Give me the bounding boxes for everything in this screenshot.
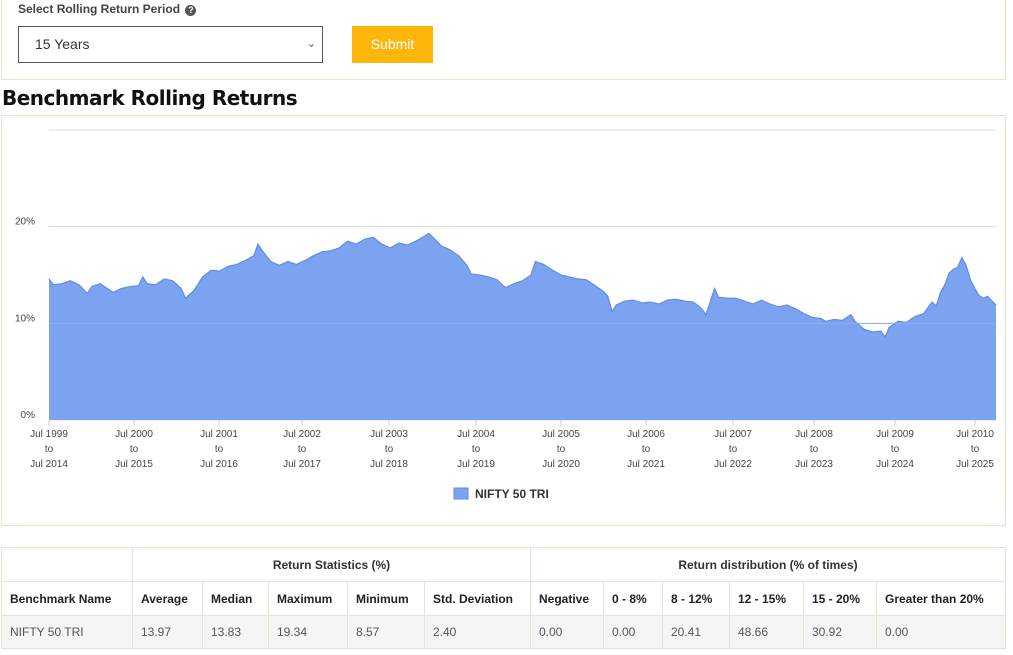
table-cell: 13.83 [202,615,269,649]
col-header: Negative [530,581,604,616]
x-tick-label: to [298,444,307,455]
table-cell: 48.66 [729,615,804,649]
group-header-empty [1,547,133,582]
x-tick-label: to [891,444,900,455]
col-header: 12 - 15% [729,581,804,616]
x-tick-label: to [472,444,481,455]
table-cell: NIFTY 50 TRI [1,615,133,649]
table-cell: 8.57 [347,615,425,649]
x-tick-label: to [557,444,566,455]
table-cell: 0.00 [530,615,604,649]
x-tick-label: Jul 2025 [956,459,994,470]
table-cell: 0.00 [603,615,663,649]
x-tick-label: Jul 2020 [542,459,580,470]
table-cell: 20.41 [662,615,730,649]
x-tick-label: to [810,444,819,455]
rolling-period-form: Select Rolling Return Period ? 15 Years … [1,0,1006,80]
col-header: Std. Deviation [424,581,531,616]
col-header: Greater than 20% [876,581,1006,616]
group-header-distribution: Return distribution (% of times) [530,547,1006,582]
x-tick-label: to [971,444,980,455]
chart-svg: 0% 10% 20% Jul 1999 to Jul 2014 Jul 2000 to Jul … [15,129,997,501]
x-tick-label: Jul 2022 [714,459,752,470]
col-header: 15 - 20% [803,581,877,616]
submit-button[interactable]: Submit [352,26,433,63]
return-stats-table: Return Statistics (%) Return distributio… [1,547,1006,649]
series-area [49,233,996,420]
x-tick-label: to [215,444,224,455]
x-tick-label: Jul 2008 [795,429,833,440]
x-tick-label: Jul 2009 [876,429,914,440]
x-tick-label: to [130,444,139,455]
x-tick-label: Jul 1999 [30,429,68,440]
x-tick-label: Jul 2004 [457,429,495,440]
x-tick-label: Jul 2007 [714,429,752,440]
legend-label: NIFTY 50 TRI [475,487,549,501]
section-title: Benchmark Rolling Returns [2,86,298,110]
col-header: Benchmark Name [1,581,133,616]
x-tick-label: Jul 2016 [200,459,238,470]
x-tick-label: to [385,444,394,455]
table-cell: 30.92 [803,615,877,649]
x-tick-label: Jul 2010 [956,429,994,440]
chevron-down-icon: ⌄ [306,38,316,50]
col-header: 0 - 8% [603,581,663,616]
col-header: Median [202,581,269,616]
period-label-text: Select Rolling Return Period [18,2,181,16]
x-tick-label: Jul 2023 [795,459,833,470]
period-select[interactable]: 15 Years ⌄ [18,26,323,63]
period-select-value: 15 Years [35,36,90,52]
group-header-statistics: Return Statistics (%) [132,547,531,582]
y-tick-label: 20% [15,217,35,228]
x-tick-label: Jul 2021 [627,459,665,470]
rolling-returns-chart: 0% 10% 20% Jul 1999 to Jul 2014 Jul 2000 to Jul … [1,115,1006,526]
x-tick-label: Jul 2001 [200,429,238,440]
x-tick-label: Jul 2014 [30,459,68,470]
col-header: Minimum [347,581,425,616]
table-cell: 13.97 [132,615,203,649]
table-header-row: Benchmark Name Average Median Maximum Mi… [1,581,1006,616]
table-group-header-row: Return Statistics (%) Return distributio… [1,547,1006,582]
x-tick-label: to [642,444,651,455]
col-header: 8 - 12% [662,581,730,616]
x-tick-label: Jul 2002 [283,429,321,440]
legend-swatch [453,487,469,500]
x-tick-label: Jul 2005 [542,429,580,440]
x-tick-label: Jul 2019 [457,459,495,470]
table-cell: 0.00 [876,615,1006,649]
y-tick-label: 0% [21,410,36,421]
x-tick-label: Jul 2018 [370,459,408,470]
x-tick-label: Jul 2000 [115,429,153,440]
question-circle-icon[interactable]: ? [185,5,197,16]
x-tick-label: to [729,444,738,455]
x-tick-label: to [45,444,54,455]
x-tick-label: Jul 2015 [115,459,153,470]
table-cell: 2.40 [424,615,531,649]
period-label: Select Rolling Return Period ? [18,2,197,16]
col-header: Maximum [268,581,348,616]
y-tick-label: 10% [15,313,35,324]
x-tick-label: Jul 2006 [627,429,665,440]
x-tick-label: Jul 2003 [370,429,408,440]
table-row: NIFTY 50 TRI 13.97 13.83 19.34 8.57 2.40… [1,615,1006,649]
x-tick-label: Jul 2024 [876,459,914,470]
table-cell: 19.34 [268,615,348,649]
x-tick-label: Jul 2017 [283,459,321,470]
col-header: Average [132,581,203,616]
